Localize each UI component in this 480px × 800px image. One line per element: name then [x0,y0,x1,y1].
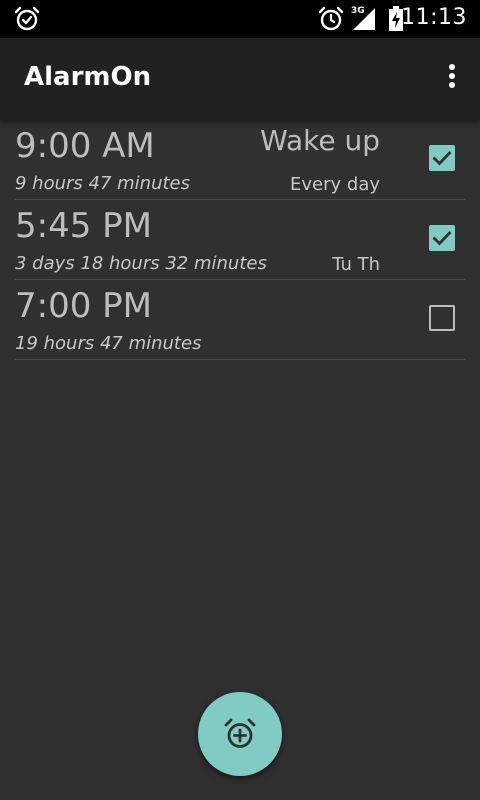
checkmark-icon [432,151,452,166]
alarm-repeat-days: Every day [290,174,380,195]
more-vert-icon[interactable] [442,64,462,94]
alarm-row[interactable]: 5:45 PM 3 days 18 hours 32 minutes Tu Th [15,200,465,280]
alarm-icon [14,6,40,31]
checkmark-icon [432,231,452,246]
add-alarm-icon [224,718,256,748]
alarm-time-remaining: 3 days 18 hours 32 minutes [15,253,267,274]
alarm-time: 5:45 PM [15,206,152,246]
alarm-enabled-checkbox[interactable] [429,305,455,331]
alarm-time: 9:00 AM [15,126,155,166]
status-bar: 3G 11:13 [0,0,480,38]
alarm-row[interactable]: 9:00 AM 9 hours 47 minutes Wake up Every… [15,120,465,200]
status-time: 11:13 [401,5,467,30]
app-toolbar: AlarmOn [0,38,480,120]
alarm-time-remaining: 19 hours 47 minutes [15,333,202,354]
alarm-enabled-checkbox[interactable] [429,225,455,251]
app-title: AlarmOn [24,62,152,92]
add-alarm-button[interactable] [198,692,282,776]
alarm-repeat-days: Tu Th [332,254,380,275]
alarm-clock-icon [318,6,344,31]
alarm-time: 7:00 PM [15,286,152,326]
alarm-time-remaining: 9 hours 47 minutes [15,173,190,194]
alarm-enabled-checkbox[interactable] [429,145,455,171]
cell-signal-icon [353,8,375,30]
alarm-row[interactable]: 7:00 PM 19 hours 47 minutes [15,280,465,360]
screen: 3G 11:13 AlarmOn 9:00 AM 9 hours 47 minu… [0,0,480,800]
alarm-label: Wake up [260,124,380,157]
alarm-list: 9:00 AM 9 hours 47 minutes Wake up Every… [15,120,465,360]
